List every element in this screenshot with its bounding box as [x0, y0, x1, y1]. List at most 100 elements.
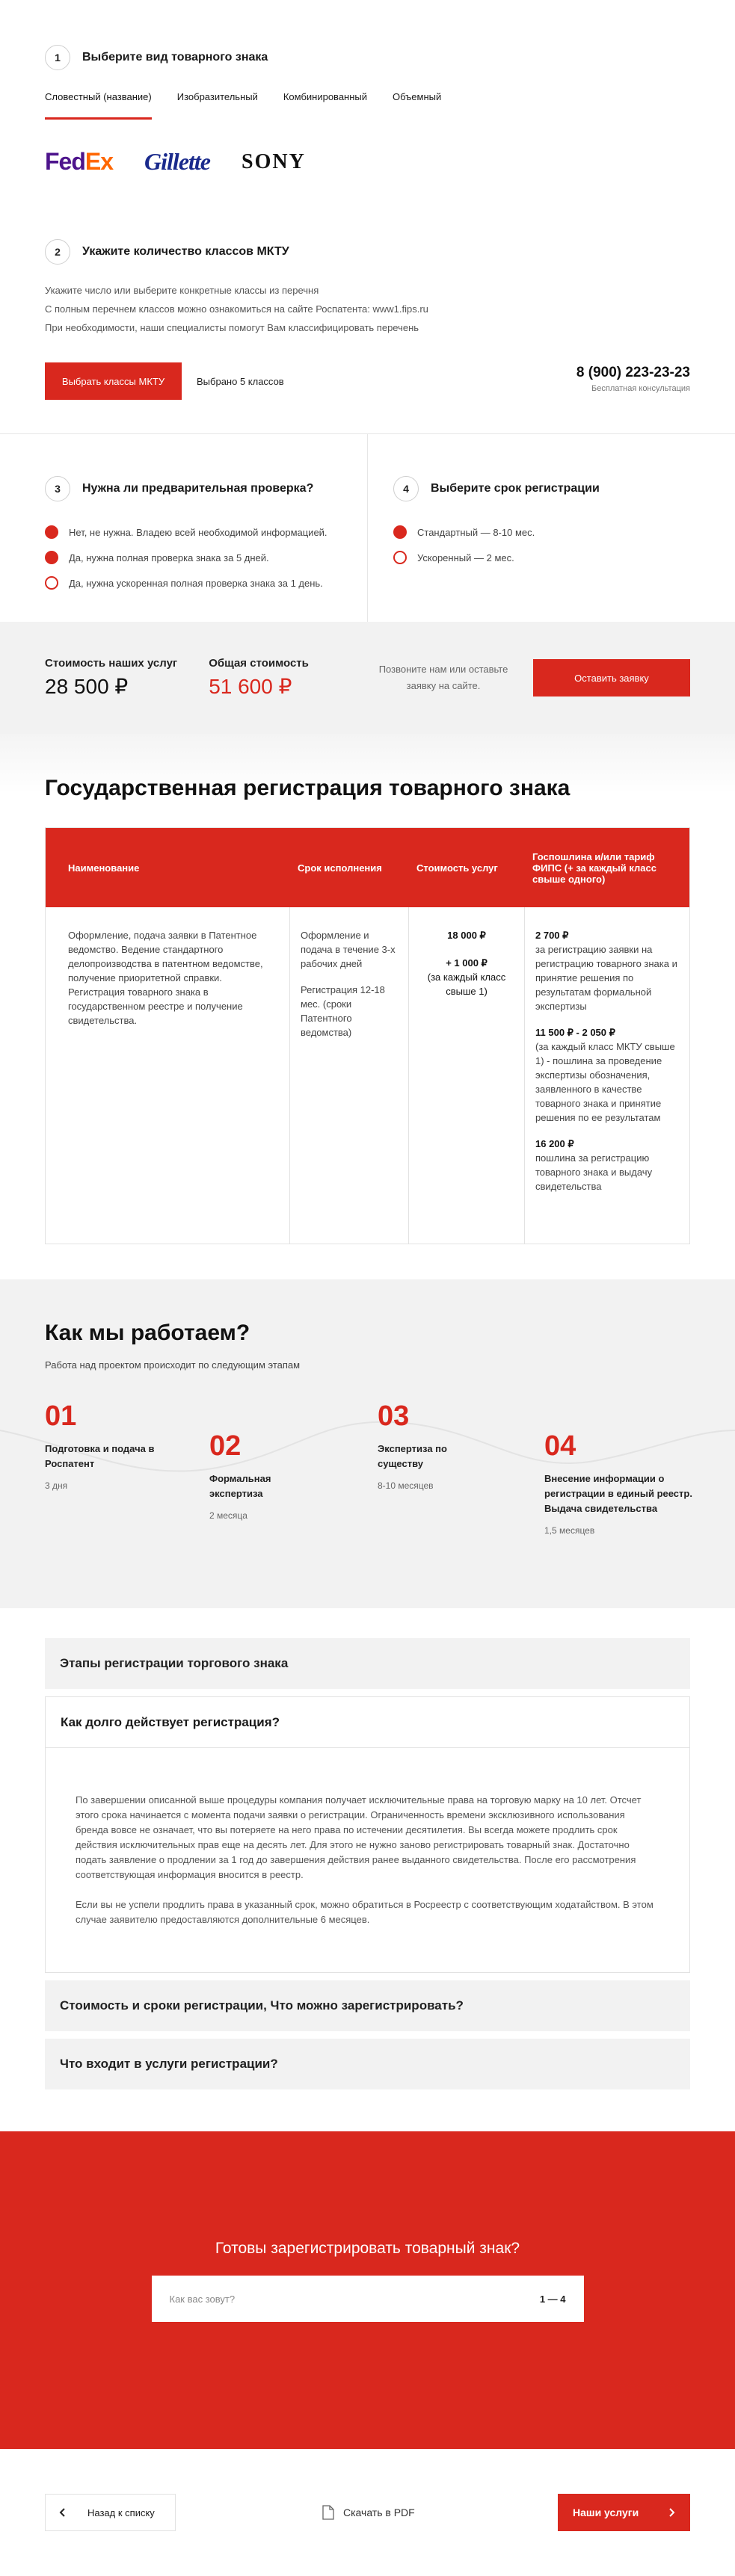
stage-title: Подготовка и подача в Роспатент [45, 1443, 155, 1469]
step2-title: Укажите количество классов МКТУ [82, 245, 289, 258]
fee-amount: 16 200 ₽ [535, 1138, 574, 1149]
phone-number[interactable]: 8 (900) 223-23-23 [576, 365, 690, 381]
step1-number: 1 [45, 45, 70, 70]
stage-time: 8-10 месяцев [378, 1480, 434, 1491]
stage-title: Формальная экспертиза [209, 1473, 271, 1499]
radio-icon[interactable] [45, 525, 58, 539]
accordion-item[interactable]: Стоимость и сроки регистрации, Что можно… [45, 1980, 690, 2031]
instruction-line: С полным перечнем классов можно ознакоми… [45, 303, 428, 315]
our-cost-label: Стоимость наших услуг [45, 657, 178, 670]
stage-number: 03 [378, 1400, 410, 1432]
term-option-standard[interactable]: Стандартный — 8-10 мес. [393, 519, 735, 545]
section-title: Государственная регистрация товарного зн… [45, 776, 571, 800]
registration-term-column: 4 Выберите срок регистрации Стандартный … [368, 434, 735, 622]
stage-time: 2 месяца [209, 1510, 247, 1521]
step4-title: Выберите срок регистрации [431, 482, 600, 495]
accordion-open-header[interactable]: Как долго действует регистрация? [46, 1697, 689, 1748]
fee-text: (за каждый класс МКТУ свыше 1) - пошлина… [535, 1041, 675, 1123]
step3-title: Нужна ли предварительная проверка? [82, 482, 314, 495]
total-cost: Общая стоимость 51 600 ₽ [209, 657, 309, 699]
radio-icon[interactable] [45, 576, 58, 590]
column-header: Стоимость услуг [416, 862, 498, 874]
price-note: (за каждый класс свыше 1) [427, 972, 506, 997]
term-text: Регистрация 12-18 мес. (сроки Патентного… [301, 984, 385, 1038]
stage-item: 01 Подготовка и подача в Роспатент 3 дня [45, 1400, 157, 1491]
check-option-5days[interactable]: Да, нужна полная проверка знака за 5 дне… [45, 545, 367, 570]
footer-navigation: Назад к списку Скачать в PDF Наши услуги [0, 2449, 735, 2576]
stage-time: 1,5 месяцев [544, 1525, 595, 1536]
trademark-type-section: 1 Выберите вид товарного знака Словестны… [0, 0, 735, 194]
fee-text: за регистрацию заявки на регистрацию тов… [535, 944, 677, 1012]
chevron-right-icon [660, 2501, 683, 2524]
tab-combined[interactable]: Комбинированный [283, 91, 367, 120]
table-row: Оформление, подача заявки в Патентное ве… [46, 907, 689, 1244]
back-label: Назад к списку [87, 2506, 155, 2518]
state-registration-section: Государственная регистрация товарного зн… [0, 734, 735, 1279]
stage-number: 01 [45, 1400, 77, 1432]
term-options: Стандартный — 8-10 мес. Ускоренный — 2 м… [393, 519, 735, 570]
name-input[interactable] [169, 2293, 484, 2305]
phone-subtitle: Бесплатная консультация [591, 384, 690, 393]
step2-header: 2 Укажите количество классов МКТУ [45, 239, 690, 265]
stage-time: 3 дня [45, 1480, 68, 1491]
preliminary-check-column: 3 Нужна ли предварительная проверка? Нет… [0, 434, 368, 622]
option-label: Нет, не нужна. Владею всей необходимой и… [69, 526, 327, 538]
check-option-1day[interactable]: Да, нужна ускоренная полная проверка зна… [45, 570, 367, 596]
back-to-list-button[interactable]: Назад к списку [45, 2494, 176, 2531]
term-text: Оформление и подача в течение 3-х рабочи… [301, 930, 396, 969]
accordion-body: По завершении описанной выше процедуры к… [46, 1748, 689, 1972]
price-cell: 18 000 ₽ + 1 000 ₽ (за каждый класс свыш… [409, 907, 525, 1244]
our-services-button[interactable]: Наши услуги [558, 2494, 690, 2531]
example-logos: FedEx Gillette SONY [45, 148, 690, 176]
cta-title: Готовы зарегистрировать товарный знак? [215, 2240, 520, 2257]
check-and-term-section: 3 Нужна ли предварительная проверка? Нет… [0, 433, 735, 622]
pricing-table: Наименование Срок исполнения Стоимость у… [45, 827, 690, 1244]
radio-icon[interactable] [393, 551, 407, 564]
stage-number: 02 [209, 1430, 242, 1462]
radio-icon[interactable] [393, 525, 407, 539]
how-we-work-section: Как мы работаем? Работа над проектом про… [0, 1279, 735, 1608]
instruction-line: Укажите число или выберите конкретные кл… [45, 285, 319, 296]
how-title: Как мы работаем? [45, 1321, 250, 1345]
step4-header: 4 Выберите срок регистрации [393, 476, 735, 501]
step3-number: 3 [45, 476, 70, 501]
instruction-line: При необходимости, наши специалисты помо… [45, 322, 419, 333]
accordion-item[interactable]: Этапы регистрации торгового знака [45, 1638, 690, 1689]
service-name-cell: Оформление, подача заявки в Патентное ве… [46, 907, 290, 1244]
option-label: Ускоренный — 2 мес. [417, 552, 514, 563]
tab-volumetric[interactable]: Объемный [393, 91, 441, 120]
column-header: Срок исполнения [298, 862, 382, 874]
fedex-logo: FedEx [45, 148, 114, 175]
check-options: Нет, не нужна. Владею всей необходимой и… [45, 519, 367, 596]
total-cost-value: 51 600 ₽ [209, 675, 292, 698]
stage-item: 02 Формальная экспертиза 2 месяца [209, 1430, 322, 1521]
radio-icon[interactable] [45, 551, 58, 564]
tab-word[interactable]: Словестный (название) [45, 91, 152, 120]
step4-number: 4 [393, 476, 419, 501]
gillette-logo: Gillette [144, 148, 211, 175]
option-label: Да, нужна полная проверка знака за 5 дне… [69, 552, 269, 563]
tab-figurative[interactable]: Изобразительный [177, 91, 258, 120]
price-value: 18 000 ₽ [447, 930, 486, 941]
term-option-fast[interactable]: Ускоренный — 2 мес. [393, 545, 735, 570]
form-step-indicator: 1 — 4 [539, 2293, 566, 2305]
option-label: Да, нужна ускоренная полная проверка зна… [69, 577, 323, 589]
download-pdf-link[interactable]: Скачать в PDF [322, 2505, 415, 2520]
faq-accordion: Этапы регистрации торгового знака Как до… [0, 1608, 735, 2116]
fee-amount: 2 700 ₽ [535, 930, 569, 941]
step1-header: 1 Выберите вид товарного знака [45, 45, 690, 70]
accordion-item[interactable]: Что входит в услуги регистрации? [45, 2039, 690, 2089]
our-cost-value: 28 500 ₽ [45, 675, 129, 698]
step1-title: Выберите вид товарного знака [82, 51, 268, 64]
pdf-label: Скачать в PDF [343, 2506, 415, 2518]
select-mktu-button[interactable]: Выбрать классы МКТУ [45, 362, 182, 400]
table-header: Наименование Срок исполнения Стоимость у… [46, 828, 689, 907]
leave-request-button[interactable]: Оставить заявку [533, 659, 690, 696]
step2-number: 2 [45, 239, 70, 265]
stage-title: Экспертиза по существу [378, 1443, 447, 1469]
check-option-no[interactable]: Нет, не нужна. Владею всей необходимой и… [45, 519, 367, 545]
fee-cell: 2 700 ₽ за регистрацию заявки на регистр… [525, 907, 689, 1244]
mktu-classes-section: 2 Укажите количество классов МКТУ Укажит… [0, 194, 735, 433]
accordion-item-open: Как долго действует регистрация? По заве… [45, 1696, 690, 1973]
accordion-paragraph: По завершении описанной выше процедуры к… [76, 1794, 642, 1880]
